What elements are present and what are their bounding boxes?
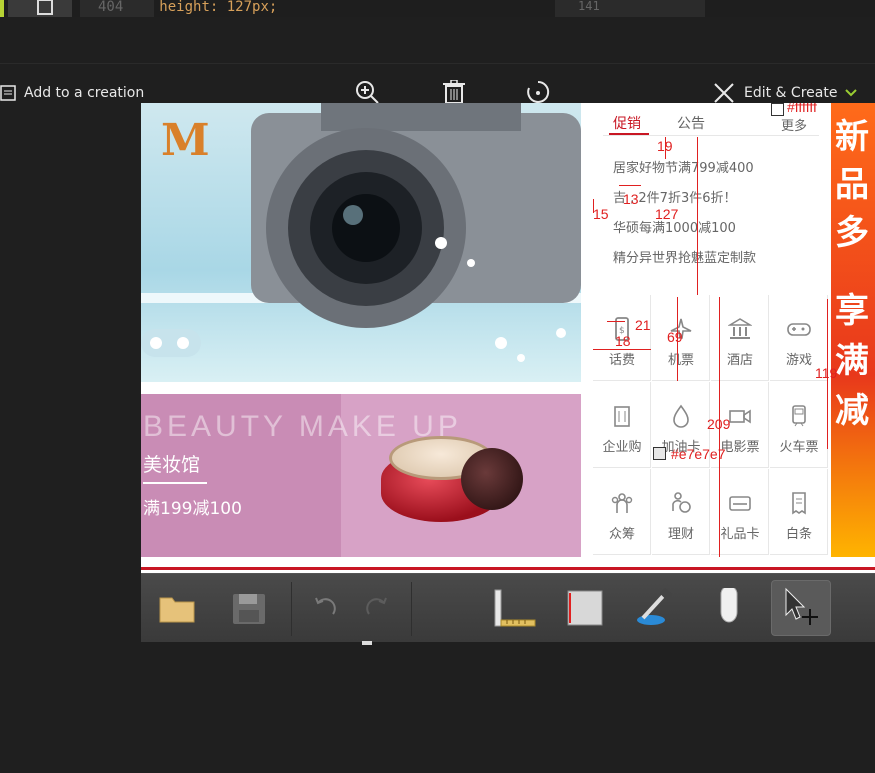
beauty-underline bbox=[143, 482, 207, 484]
measure-line bbox=[619, 185, 641, 186]
undo-icon[interactable] bbox=[305, 588, 345, 628]
measure-label: 209 bbox=[707, 416, 731, 432]
camera-banner[interactable]: M bbox=[141, 103, 581, 382]
train-icon bbox=[792, 405, 806, 427]
measure-line bbox=[593, 349, 651, 350]
fuel-icon bbox=[673, 404, 689, 428]
edit-create-icon bbox=[714, 83, 734, 103]
color-picker-icon[interactable] bbox=[635, 587, 675, 628]
people-icon bbox=[611, 493, 633, 513]
bottom-marker bbox=[362, 641, 372, 645]
files-icon-glyph bbox=[37, 0, 53, 15]
editor-accent-bar bbox=[0, 0, 4, 17]
grid-item-enterprise[interactable]: 企业购 bbox=[593, 382, 651, 468]
tab-announcement[interactable]: 公告 bbox=[677, 113, 705, 133]
ad-char: 减 bbox=[835, 391, 869, 431]
tab-promo[interactable]: 促销 bbox=[613, 113, 641, 133]
measure-label: 19 bbox=[657, 138, 673, 154]
grid-label: 机票 bbox=[667, 353, 694, 368]
notice-divider bbox=[603, 135, 819, 136]
grid-item-baitiao[interactable]: 白条 bbox=[770, 469, 828, 555]
measure-label: 18 bbox=[615, 333, 631, 349]
divider bbox=[0, 63, 875, 64]
save-icon[interactable] bbox=[229, 588, 269, 628]
add-to-creation-label: Add to a creation bbox=[24, 85, 145, 101]
measure-label: 21 bbox=[635, 317, 651, 333]
beauty-banner[interactable]: BEAUTY MAKE UP 美妆馆 满199减100 bbox=[141, 394, 581, 557]
files-icon[interactable] bbox=[8, 0, 72, 17]
cream-cap-image bbox=[461, 448, 523, 510]
hotel-icon bbox=[728, 318, 752, 339]
notice-item[interactable]: 居家好物节满799减400 bbox=[613, 157, 754, 176]
building-icon bbox=[614, 406, 630, 427]
more-link[interactable]: 更多 bbox=[781, 115, 807, 134]
toolbar-separator bbox=[291, 582, 292, 636]
zoom-in-icon[interactable] bbox=[355, 80, 379, 104]
beauty-offer: 满199减100 bbox=[143, 499, 242, 519]
measure-line bbox=[697, 137, 698, 295]
measure-line bbox=[607, 321, 625, 322]
edit-create-label: Edit & Create bbox=[744, 85, 838, 101]
receipt-icon bbox=[792, 492, 806, 515]
ad-char: 享 bbox=[835, 291, 869, 331]
move-cursor-icon bbox=[785, 587, 818, 625]
folder-icon[interactable] bbox=[157, 588, 197, 628]
delete-icon[interactable] bbox=[442, 79, 465, 104]
image-canvas: M BEAUTY MAKE UP 美妆馆 满199减100 促销 公告 更多 居… bbox=[141, 103, 875, 641]
ruler-icon[interactable] bbox=[493, 588, 536, 628]
brand-logo: M bbox=[157, 115, 213, 166]
move-tool-button[interactable] bbox=[771, 580, 831, 636]
code-text: height: 127px; bbox=[159, 0, 278, 15]
add-to-creation-button[interactable]: Add to a creation bbox=[0, 80, 144, 106]
creation-icon bbox=[0, 85, 16, 101]
chevron-down-icon bbox=[845, 89, 858, 97]
footer-red-stripe bbox=[141, 567, 875, 570]
color-label: #e7e7e7 bbox=[671, 446, 726, 462]
ad-char: 多 bbox=[835, 213, 869, 253]
finance-icon bbox=[672, 492, 691, 513]
grid-label: 众筹 bbox=[608, 527, 635, 542]
ad-char: 满 bbox=[835, 341, 869, 381]
giftcard-icon bbox=[729, 496, 751, 511]
measure-label: 119 bbox=[815, 365, 838, 381]
color-swatch bbox=[653, 447, 666, 460]
redo-icon[interactable] bbox=[357, 588, 397, 628]
measure-label: 13 bbox=[623, 191, 639, 207]
code-line: 404 height: 127px; bbox=[98, 0, 277, 14]
svg-text:M: M bbox=[161, 115, 210, 159]
color-swatch bbox=[771, 103, 784, 116]
notice-item[interactable]: 精分异世界抢魅蓝定制款 bbox=[613, 247, 756, 266]
grid-label: 理财 bbox=[667, 527, 694, 542]
grid-label: 企业购 bbox=[602, 440, 642, 455]
measure-label: 127 bbox=[655, 206, 679, 222]
ad-char: 新 bbox=[835, 117, 869, 157]
camera-icon bbox=[729, 409, 751, 424]
grid-label: 白条 bbox=[785, 527, 812, 542]
rectangle-tool-icon[interactable] bbox=[565, 588, 605, 628]
grid-label: 话费 bbox=[608, 353, 635, 368]
grid-item-crowdfund[interactable]: 众筹 bbox=[593, 469, 651, 555]
color-label: #ffffff bbox=[787, 103, 817, 115]
toolbar-separator bbox=[411, 582, 412, 636]
grid-label: 火车票 bbox=[779, 440, 819, 455]
measure-label: 15 bbox=[593, 206, 609, 222]
grid-item-train[interactable]: 火车票 bbox=[770, 382, 828, 468]
ad-char: 品 bbox=[835, 165, 869, 205]
measure-label: 69 bbox=[667, 329, 683, 345]
eraser-icon[interactable] bbox=[709, 585, 749, 628]
side-ad-banner[interactable]: 新 品 多 享 满 减 bbox=[831, 103, 875, 557]
gamepad-icon bbox=[787, 323, 811, 336]
beauty-title-cn: 美妆馆 bbox=[143, 454, 201, 476]
rotate-icon[interactable] bbox=[526, 80, 550, 103]
bottom-toolbar bbox=[141, 573, 875, 642]
banner-gap bbox=[141, 382, 581, 394]
line-number: 404 bbox=[98, 0, 124, 15]
grid-item-finance[interactable]: 理财 bbox=[652, 469, 710, 555]
right-line-number: 141 bbox=[578, 0, 600, 13]
